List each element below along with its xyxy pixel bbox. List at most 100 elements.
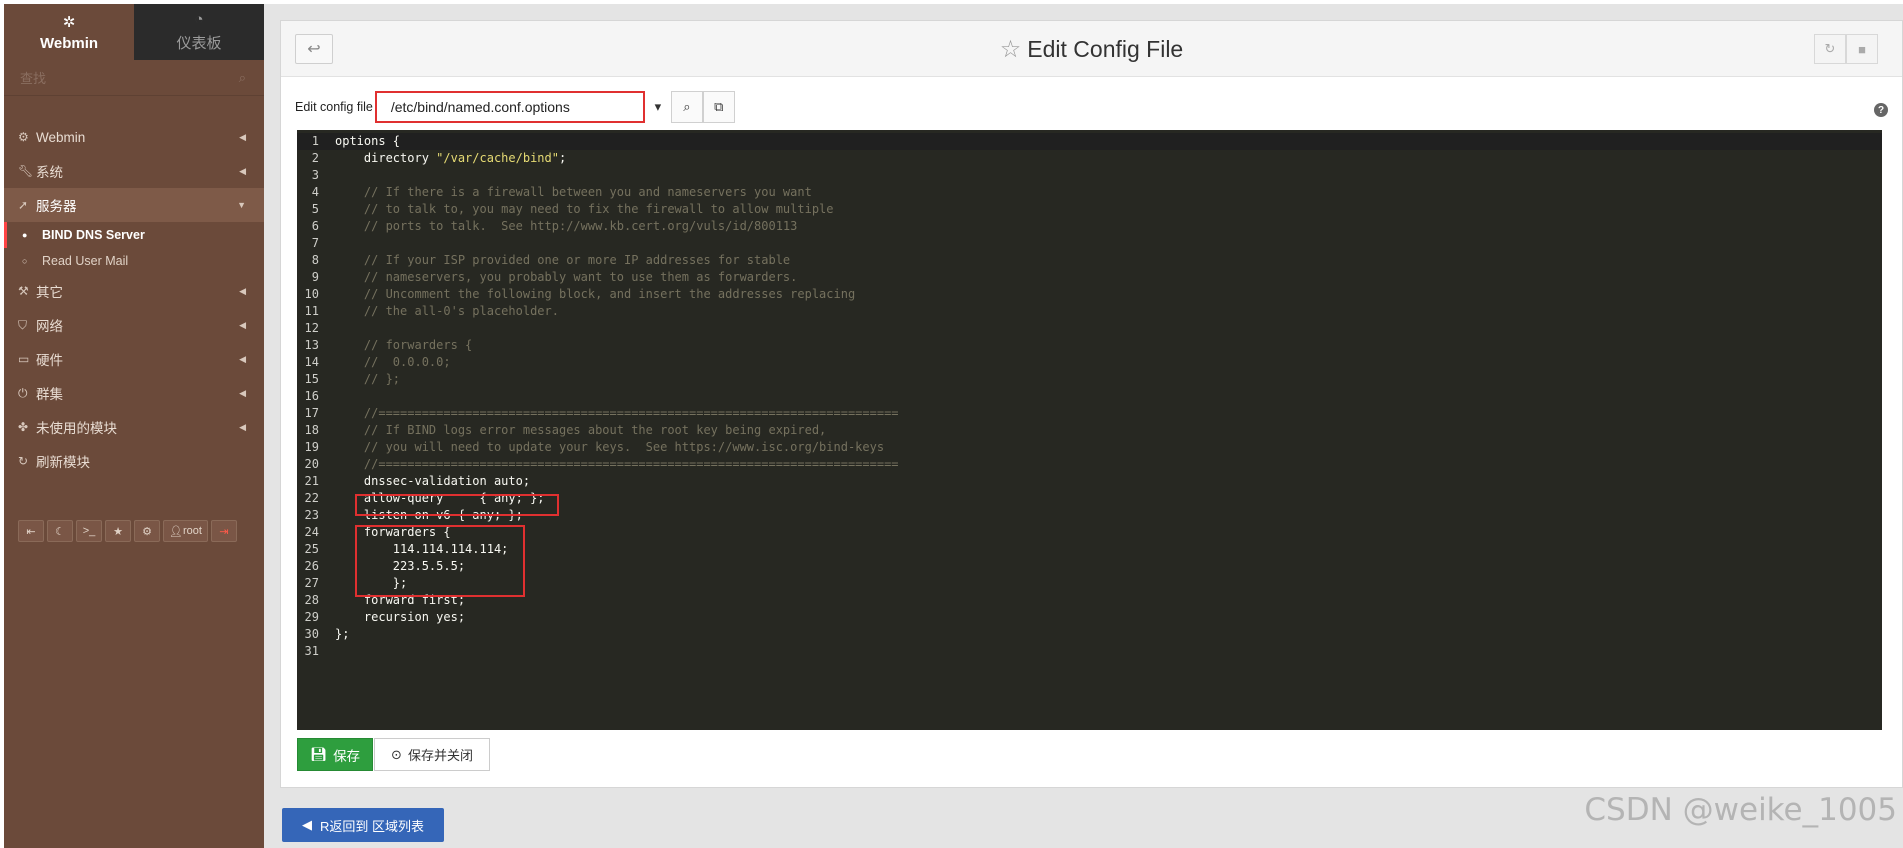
sidebar-search[interactable]: 查找 ⌕ xyxy=(4,60,264,96)
puzzle-icon: ✤ xyxy=(18,420,29,434)
editor-line[interactable]: 5 // to talk to, you may need to fix the… xyxy=(297,201,1882,218)
refresh-button[interactable]: ↻ xyxy=(1814,34,1846,64)
sidebar-tools: ⇤ ☾ >_ ★ ⚙ 👤︎ root ⇥ xyxy=(18,520,237,542)
sidebar-subitem-read-mail[interactable]: ○ Read User Mail xyxy=(4,248,264,274)
save-and-close-button[interactable]: ⊙ 保存并关闭 xyxy=(374,738,490,771)
sidebar-subitem-bind[interactable]: ● BIND DNS Server xyxy=(4,222,264,248)
sidebar-item-network[interactable]: ⛉ 网络 ◀ xyxy=(4,308,264,342)
caret-down-icon: ▾ xyxy=(654,99,662,114)
sidebar-menu: ⚙ Webmin ◀ 🔧︎ 系统 ◀ ➚ 服务器 ▼ ● BIND DNS Se… xyxy=(4,120,264,478)
editor-line[interactable]: 31 xyxy=(297,643,1882,660)
sidebar-item-label: 系统 xyxy=(36,165,63,180)
editor-line[interactable]: 6 // ports to talk. See http://www.kb.ce… xyxy=(297,218,1882,235)
sidebar: ✲ Webmin ◔ 仪表板 查找 ⌕ ⚙ Webmin ◀ 🔧︎ 系统 ◀ ➚… xyxy=(4,4,264,848)
wrench-icon: 🔧︎ xyxy=(18,164,34,178)
dashboard-icon: ◔ xyxy=(194,11,204,28)
editor-line[interactable]: 3 xyxy=(297,167,1882,184)
editor-line[interactable]: 25 114.114.114.114; xyxy=(297,541,1882,558)
sidebar-item-system[interactable]: 🔧︎ 系统 ◀ xyxy=(4,154,264,188)
editor-line[interactable]: 19 // you will need to update your keys.… xyxy=(297,439,1882,456)
terminal-icon[interactable]: >_ xyxy=(76,520,102,542)
star-outline-icon[interactable]: ☆ xyxy=(1000,36,1022,63)
star-icon[interactable]: ★ xyxy=(105,520,131,542)
tab-dashboard[interactable]: ◔ 仪表板 xyxy=(134,4,264,60)
line-code: // forwarders { xyxy=(335,338,473,352)
sidebar-item-label: 未使用的模块 xyxy=(36,421,117,436)
logout-icon[interactable]: ⇥ xyxy=(210,520,237,542)
config-file-select[interactable]: /etc/bind/named.conf.options xyxy=(374,91,645,123)
editor-line[interactable]: 30}; xyxy=(297,626,1882,643)
sidebar-item-servers[interactable]: ➚ 服务器 ▼ xyxy=(4,188,264,222)
collapse-icon[interactable]: ⇤ xyxy=(18,520,44,542)
editor-line[interactable]: 13 // forwarders { xyxy=(297,337,1882,354)
line-code: 223.5.5.5; xyxy=(335,559,466,573)
sidebar-subitem-label: BIND DNS Server xyxy=(42,228,145,242)
sidebar-item-label: 其它 xyxy=(36,285,63,300)
editor-line[interactable]: 21 dnssec-validation auto; xyxy=(297,473,1882,490)
search-input[interactable]: 查找 xyxy=(20,68,46,87)
moon-icon[interactable]: ☾ xyxy=(47,520,73,542)
editor-line[interactable]: 27 }; xyxy=(297,575,1882,592)
line-number: 4 xyxy=(311,185,319,199)
line-number: 13 xyxy=(304,338,319,352)
tab-dashboard-label: 仪表板 xyxy=(176,35,222,52)
view-file-button[interactable]: ⌕ xyxy=(670,91,703,123)
editor-line[interactable]: 17 //===================================… xyxy=(297,405,1882,422)
editor-line[interactable]: 4 // If there is a firewall between you … xyxy=(297,184,1882,201)
sidebar-item-unused-modules[interactable]: ✤ 未使用的模块 ◀ xyxy=(4,410,264,444)
editor-line[interactable]: 15 // }; xyxy=(297,371,1882,388)
editor-line[interactable]: 23 listen-on-v6 { any; }; xyxy=(297,507,1882,524)
stop-icon: ■ xyxy=(1858,41,1866,57)
line-code: }; xyxy=(335,576,408,590)
line-code: dnssec-validation auto; xyxy=(335,474,531,488)
user-button[interactable]: 👤︎ root xyxy=(163,520,208,542)
line-number: 20 xyxy=(304,457,319,471)
line-code: // If your ISP provided one or more IP a… xyxy=(335,253,791,267)
sidebar-item-refresh-modules[interactable]: ↻ 刷新模块 xyxy=(4,444,264,478)
help-icon[interactable]: ? xyxy=(1874,103,1888,117)
editor-line[interactable]: 20 //===================================… xyxy=(297,456,1882,473)
sidebar-subitem-label: Read User Mail xyxy=(42,254,129,268)
tab-webmin[interactable]: ✲ Webmin xyxy=(4,4,134,60)
code-editor[interactable]: 1 options {2 directory "/var/cache/bind";… xyxy=(297,130,1882,730)
stop-button[interactable]: ■ xyxy=(1846,34,1878,64)
chevron-left-icon: ◀ xyxy=(239,387,246,398)
editor-line[interactable]: 29 recursion yes; xyxy=(297,609,1882,626)
sidebar-item-others[interactable]: ⚒ 其它 ◀ xyxy=(4,274,264,308)
editor-line[interactable]: 7 xyxy=(297,235,1882,252)
editor-line[interactable]: 28 forward first; xyxy=(297,592,1882,609)
editor-line[interactable]: 18 // If BIND logs error messages about … xyxy=(297,422,1882,439)
return-to-zones-button[interactable]: ◀ R返回到 区域列表 xyxy=(282,808,444,842)
page-title: ☆ Edit Config File xyxy=(281,35,1902,64)
editor-line[interactable]: 22 allow-query { any; }; xyxy=(297,490,1882,507)
sidebar-item-hardware[interactable]: ▭ 硬件 ◀ xyxy=(4,342,264,376)
config-file-value: /etc/bind/named.conf.options xyxy=(390,99,570,115)
editor-line[interactable]: 16 xyxy=(297,388,1882,405)
sidebar-item-webmin[interactable]: ⚙ Webmin ◀ xyxy=(4,120,264,154)
save-button[interactable]: 💾︎ 保存 xyxy=(297,738,373,771)
dropdown-button[interactable]: ▾ xyxy=(644,91,671,123)
editor-line[interactable]: 9 // nameservers, you probably want to u… xyxy=(297,269,1882,286)
editor-line[interactable]: 12 xyxy=(297,320,1882,337)
sidebar-item-cluster[interactable]: ⏻ 群集 ◀ xyxy=(4,376,264,410)
editor-line[interactable]: 26 223.5.5.5; xyxy=(297,558,1882,575)
line-number: 16 xyxy=(304,389,319,403)
editor-line[interactable]: 1 options { xyxy=(297,133,1882,150)
line-code: // nameservers, you probably want to use… xyxy=(335,270,798,284)
line-number: 17 xyxy=(304,406,319,420)
open-external-button[interactable]: ⧉ xyxy=(702,91,735,123)
editor-line[interactable]: 10 // Uncomment the following block, and… xyxy=(297,286,1882,303)
watermark: CSDN @weike_1005 xyxy=(1584,792,1897,828)
line-number: 18 xyxy=(304,423,319,437)
line-code: //======================================… xyxy=(335,406,899,420)
editor-line[interactable]: 11 // the all-0's placeholder. xyxy=(297,303,1882,320)
page-title-text: Edit Config File xyxy=(1027,36,1184,62)
settings-icon[interactable]: ⚙ xyxy=(134,520,160,542)
editor-line[interactable]: 8 // If your ISP provided one or more IP… xyxy=(297,252,1882,269)
line-code: }; xyxy=(335,627,350,641)
editor-line[interactable]: 2 directory "/var/cache/bind"; xyxy=(297,150,1882,167)
editor-line[interactable]: 14 // 0.0.0.0; xyxy=(297,354,1882,371)
editor-line[interactable]: 24 forwarders { xyxy=(297,524,1882,541)
sidebar-item-label: 硬件 xyxy=(36,353,63,368)
